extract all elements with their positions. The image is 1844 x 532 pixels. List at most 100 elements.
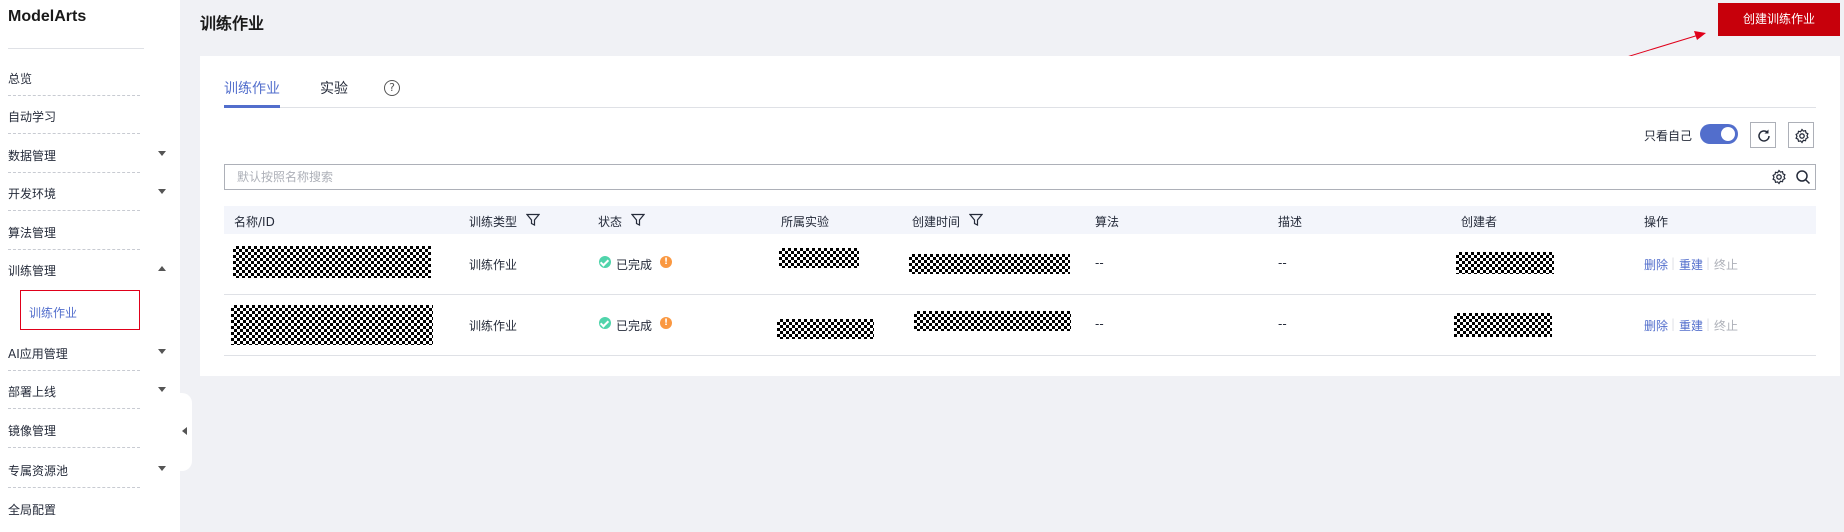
sidebar-item-dev-env[interactable]: 开发环境	[0, 173, 180, 211]
divider	[8, 133, 140, 134]
algorithm-cell: --	[1095, 256, 1104, 270]
sidebar-item-label: 镜像管理	[8, 424, 57, 438]
tab-training-jobs[interactable]: 训练作业	[224, 78, 280, 108]
chevron-down-icon	[158, 151, 166, 156]
divider: |	[1671, 317, 1676, 331]
sidebar-subitem-training-jobs[interactable]: 训练作业	[20, 290, 140, 330]
column-header-description: 描述	[1278, 215, 1303, 229]
refresh-icon	[1758, 129, 1770, 142]
chevron-down-icon	[158, 189, 166, 194]
redacted-experiment	[777, 319, 874, 339]
tab-experiments[interactable]: 实验	[320, 78, 348, 108]
chevron-down-icon	[158, 349, 166, 354]
redacted-name	[233, 246, 431, 278]
algorithm-cell: --	[1095, 317, 1104, 331]
redacted-creator	[1454, 313, 1552, 337]
gear-icon	[1795, 128, 1809, 144]
refresh-button[interactable]	[1750, 122, 1776, 148]
redacted-created-time	[914, 311, 1071, 331]
sidebar-item-label: 开发环境	[8, 187, 57, 201]
sidebar-item-label: 自动学习	[8, 110, 57, 124]
divider	[8, 210, 140, 211]
divider: |	[1671, 256, 1676, 270]
sidebar-item-label: 数据管理	[8, 149, 57, 163]
sidebar-item-deployment[interactable]: 部署上线	[0, 371, 180, 409]
delete-link[interactable]: 删除	[1644, 317, 1668, 334]
warning-icon[interactable]: !	[660, 317, 672, 329]
column-header-algorithm: 算法	[1095, 215, 1120, 229]
only-mine-toggle[interactable]	[1700, 124, 1738, 144]
divider	[8, 408, 140, 409]
delete-link[interactable]: 删除	[1644, 256, 1668, 273]
divider	[8, 48, 144, 49]
sidebar-item-training-management[interactable]: 训练管理	[0, 250, 180, 288]
chevron-down-icon	[158, 387, 166, 392]
filter-icon[interactable]	[526, 213, 540, 227]
sidebar-item-dedicated-pool[interactable]: 专属资源池	[0, 450, 180, 488]
tab-bar: 训练作业 实验 ?	[224, 78, 1816, 108]
column-header-actions: 操作	[1644, 215, 1669, 229]
sidebar-item-label: 算法管理	[8, 226, 57, 240]
type-cell: 训练作业	[469, 319, 518, 333]
redacted-name	[231, 305, 433, 345]
column-header-experiment: 所属实验	[781, 215, 830, 229]
chevron-down-icon	[158, 466, 166, 471]
redacted-experiment	[779, 248, 859, 268]
page-title: 训练作业	[200, 14, 265, 33]
column-header-name: 名称/ID	[234, 215, 275, 229]
divider	[8, 487, 140, 488]
type-cell: 训练作业	[469, 258, 518, 272]
table-row: 训练作业 已完成 ! -- -- 删除 | 重建 | 终止	[224, 295, 1816, 356]
table-header: 名称/ID 训练类型 状态 所属实验 创建时间 算法 描述 创建者 操作	[224, 206, 1816, 234]
column-header-status: 状态	[598, 215, 623, 229]
status-text: 已完成	[616, 258, 653, 272]
search-icon[interactable]	[1795, 169, 1811, 185]
app-logo: ModelArts	[8, 8, 87, 25]
search-box	[224, 164, 1816, 190]
create-training-job-button[interactable]: 创建训练作业	[1718, 3, 1840, 36]
sidebar-item-data-management[interactable]: 数据管理	[0, 135, 180, 173]
sidebar-item-label: 总览	[8, 72, 33, 86]
search-input[interactable]	[225, 165, 1755, 189]
only-mine-label: 只看自己	[1644, 129, 1693, 143]
divider: |	[1706, 317, 1711, 331]
gear-icon[interactable]	[1771, 169, 1787, 185]
rebuild-link[interactable]: 重建	[1679, 317, 1703, 334]
sidebar-item-ai-app-management[interactable]: AI应用管理	[0, 333, 180, 371]
sidebar-item-algorithm-management[interactable]: 算法管理	[0, 212, 180, 250]
help-circle-icon[interactable]: ?	[384, 80, 400, 96]
sidebar-item-label: 专属资源池	[8, 464, 69, 478]
sidebar-item-label: 全局配置	[8, 503, 57, 517]
filter-icon[interactable]	[969, 213, 983, 227]
column-header-creator: 创建者	[1461, 215, 1498, 229]
success-icon	[599, 256, 611, 268]
redacted-created-time	[909, 254, 1070, 274]
stop-link[interactable]: 终止	[1714, 256, 1738, 273]
chevron-up-icon	[158, 266, 166, 271]
warning-icon[interactable]: !	[660, 256, 672, 268]
divider: |	[1706, 256, 1711, 270]
settings-button[interactable]	[1788, 122, 1814, 148]
description-cell: --	[1278, 256, 1287, 270]
sidebar-item-overview[interactable]: 总览	[0, 58, 180, 96]
divider	[8, 447, 140, 448]
sidebar-subitem-label: 训练作业	[29, 306, 78, 320]
sidebar-item-label: 训练管理	[8, 264, 57, 278]
sidebar-collapse-toggle[interactable]	[178, 393, 192, 471]
sidebar-item-global-config[interactable]: 全局配置	[0, 489, 180, 527]
sidebar-item-auto-learning[interactable]: 自动学习	[0, 96, 180, 134]
stop-link[interactable]: 终止	[1714, 317, 1738, 334]
rebuild-link[interactable]: 重建	[1679, 256, 1703, 273]
status-text: 已完成	[616, 319, 653, 333]
redacted-creator	[1456, 252, 1554, 274]
sidebar-item-label: AI应用管理	[8, 347, 68, 361]
column-header-created-time: 创建时间	[912, 215, 961, 229]
table-row: 训练作业 已完成 ! -- -- 删除 | 重建 | 终止	[224, 234, 1816, 295]
sidebar-item-label: 部署上线	[8, 385, 57, 399]
column-header-type: 训练类型	[469, 215, 518, 229]
sidebar: ModelArts 总览 自动学习 数据管理 开发环境 算法管理 训练管理 训练…	[0, 0, 180, 532]
sidebar-item-image-management[interactable]: 镜像管理	[0, 410, 180, 448]
filter-icon[interactable]	[631, 213, 645, 227]
main-panel: 训练作业 实验 ? 只看自己 名称/ID 训练类型	[200, 56, 1840, 376]
description-cell: --	[1278, 317, 1287, 331]
